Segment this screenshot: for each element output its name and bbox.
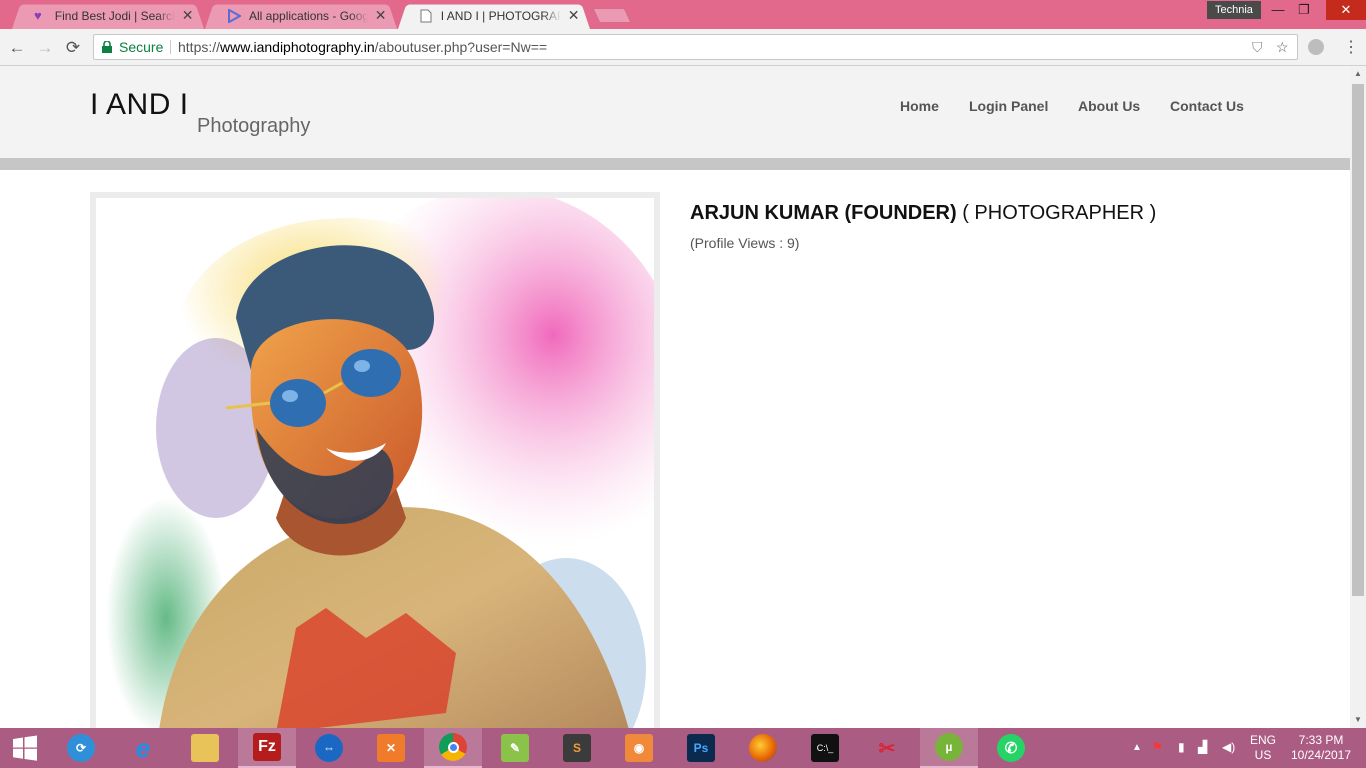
chrome-icon xyxy=(439,733,467,761)
clock-date: 10/24/2017 xyxy=(1290,748,1352,762)
minimize-icon[interactable]: — xyxy=(1264,0,1292,20)
tab-find-best-jodi[interactable]: ♥ Find Best Jodi | Search F ✕ xyxy=(12,2,204,30)
page-scrollbar[interactable]: ▲ ▼ xyxy=(1350,66,1366,728)
tab-title: All applications - Google xyxy=(249,8,369,23)
browser-toolbar: ← → ⟳ Secure https://www.iandiphotograph… xyxy=(0,29,1366,66)
secure-label: Secure xyxy=(119,39,164,55)
profile-role: ( PHOTOGRAPHER ) xyxy=(956,202,1157,224)
internet-explorer-icon: e xyxy=(135,732,151,763)
scroll-thumb[interactable] xyxy=(1352,84,1364,596)
system-tray: ▲ ⚑ ▮ ▟ ◀) ENG US 7:33 PM 10/24/2017 xyxy=(1130,728,1366,768)
tab-close-icon[interactable]: ✕ xyxy=(374,7,387,24)
taskbar-app-1[interactable]: e xyxy=(114,728,172,768)
command-prompt-icon: C:\_ xyxy=(811,734,839,762)
windows-taskbar: ⟳ e Fz ⇔ ✕ ✎ S ◉ Ps C:\_ ✂ µ ✆ ▲ ⚑ ▮ ▟ ◀… xyxy=(0,728,1366,768)
taskbar-app-9[interactable]: ◉ xyxy=(610,728,668,768)
sync-app-icon: ⟳ xyxy=(67,734,95,762)
nav-contact-us[interactable]: Contact Us xyxy=(1170,98,1244,114)
url-host: www.iandiphotography.in xyxy=(220,39,375,55)
profile-photo xyxy=(96,198,654,728)
windows-start-icon[interactable] xyxy=(0,728,50,768)
separator xyxy=(170,40,171,54)
lock-icon xyxy=(102,41,112,53)
taskbar-app-15[interactable]: ✆ xyxy=(982,728,1040,768)
header-divider xyxy=(0,158,1350,170)
taskbar-app-13[interactable]: ✂ xyxy=(858,728,916,768)
taskbar-app-14[interactable]: µ xyxy=(920,728,978,768)
lang-code: ENG xyxy=(1249,733,1276,747)
heart-favicon-icon: ♥ xyxy=(34,7,42,23)
taskbar-app-4[interactable]: ⇔ xyxy=(300,728,358,768)
tab-close-icon[interactable]: ✕ xyxy=(181,7,194,24)
restore-icon[interactable]: ❐ xyxy=(1290,0,1318,20)
scroll-down-arrow-icon[interactable]: ▼ xyxy=(1350,712,1366,728)
page-viewport: I AND I Photography Home Login Panel Abo… xyxy=(0,66,1350,728)
reload-icon[interactable]: ⟳ xyxy=(62,37,84,59)
taskbar-app-5[interactable]: ✕ xyxy=(362,728,420,768)
url-path: /aboutuser.php?user=Nw== xyxy=(374,39,548,55)
bookmark-star-icon[interactable]: ☆ xyxy=(1276,35,1289,59)
profile-button[interactable]: Technia xyxy=(1207,1,1261,19)
forward-arrow-icon[interactable]: → xyxy=(34,37,56,59)
taskbar-app-0[interactable]: ⟳ xyxy=(52,728,110,768)
flag-icon[interactable]: ⚑ xyxy=(1152,740,1163,755)
profile-photo-frame xyxy=(90,192,660,728)
battery-icon[interactable]: ▮ xyxy=(1178,740,1185,755)
back-arrow-icon[interactable]: ← xyxy=(6,37,28,59)
firefox-icon xyxy=(749,734,777,762)
tab-all-applications[interactable]: All applications - Google ✕ xyxy=(205,2,397,30)
nav-about-us[interactable]: About Us xyxy=(1078,98,1140,114)
play-console-favicon-icon xyxy=(227,7,243,24)
profile-views: (Profile Views : 9) xyxy=(690,235,800,251)
taskbar-app-3[interactable]: Fz xyxy=(238,728,296,768)
notepad-plus-icon: ✎ xyxy=(501,734,529,762)
page-favicon-icon xyxy=(420,9,433,23)
photoshop-icon: Ps xyxy=(687,734,715,762)
taskbar-app-8[interactable]: S xyxy=(548,728,606,768)
taskbar-app-11[interactable] xyxy=(734,728,792,768)
media-app-icon: ◉ xyxy=(625,734,653,762)
new-tab-button[interactable] xyxy=(592,8,632,23)
utorrent-icon: µ xyxy=(935,733,963,761)
browser-titlebar: ♥ Find Best Jodi | Search F ✕ All applic… xyxy=(0,0,1366,30)
tab-title: I AND I | PHOTOGRAPHY xyxy=(440,8,562,23)
teamviewer-icon: ⇔ xyxy=(315,734,343,762)
xampp-icon: ✕ xyxy=(377,734,405,762)
site-logo[interactable]: I AND I xyxy=(90,88,189,122)
tray-overflow-chevron-icon[interactable]: ▲ xyxy=(1132,740,1142,755)
taskbar-app-2[interactable] xyxy=(176,728,234,768)
scroll-up-arrow-icon[interactable]: ▲ xyxy=(1350,66,1366,82)
sublime-text-icon: S xyxy=(563,734,591,762)
profile-title: ARJUN KUMAR (FOUNDER) ( PHOTOGRAPHER ) xyxy=(690,202,1156,225)
clock-time: 7:33 PM xyxy=(1298,733,1344,747)
region-code: US xyxy=(1254,748,1272,762)
site-info-icon[interactable]: ⛉ xyxy=(1252,35,1263,59)
tab-title: Find Best Jodi | Search F xyxy=(54,8,176,23)
wifi-icon[interactable]: ▟ xyxy=(1198,740,1207,755)
tab-close-icon[interactable]: ✕ xyxy=(567,7,580,24)
whatsapp-icon: ✆ xyxy=(997,734,1025,762)
volume-icon[interactable]: ◀) xyxy=(1222,740,1235,755)
taskbar-app-12[interactable]: C:\_ xyxy=(796,728,854,768)
profile-name: ARJUN KUMAR (FOUNDER) xyxy=(690,202,957,224)
site-header: I AND I Photography Home Login Panel Abo… xyxy=(0,66,1350,158)
chrome-menu-icon[interactable]: ⋮ xyxy=(1343,37,1359,57)
tab-i-and-i-photography[interactable]: I AND I | PHOTOGRAPHY ✕ xyxy=(398,2,590,30)
filezilla-icon: Fz xyxy=(253,733,281,761)
url-scheme: https:// xyxy=(178,39,221,55)
input-language[interactable]: ENG US xyxy=(1248,733,1278,763)
clock[interactable]: 7:33 PM 10/24/2017 xyxy=(1286,733,1356,763)
taskbar-app-7[interactable]: ✎ xyxy=(486,728,544,768)
address-bar[interactable]: Secure https://www.iandiphotography.in/a… xyxy=(93,34,1298,60)
snipping-tool-icon: ✂ xyxy=(878,737,896,760)
taskbar-app-10[interactable]: Ps xyxy=(672,728,730,768)
window-close-icon[interactable]: ✕ xyxy=(1326,0,1366,20)
extension-icon[interactable] xyxy=(1308,39,1324,55)
taskbar-app-6[interactable] xyxy=(424,728,482,768)
nav-login-panel[interactable]: Login Panel xyxy=(969,98,1048,114)
site-logo-subtitle: Photography xyxy=(197,115,311,137)
url-text[interactable]: https://www.iandiphotography.in/aboutuse… xyxy=(178,35,547,59)
file-explorer-icon xyxy=(191,734,219,762)
nav-home[interactable]: Home xyxy=(900,98,939,114)
